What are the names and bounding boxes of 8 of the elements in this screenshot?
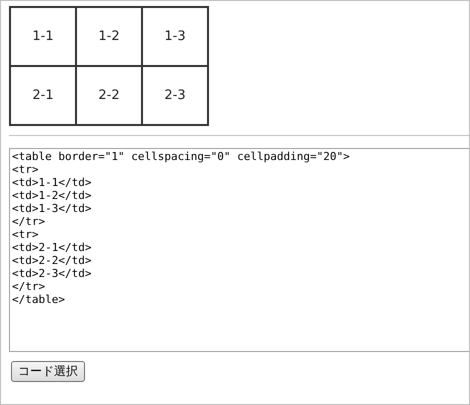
code-textarea[interactable]: <table border="1" cellspacing="0" cellpadding="20"> <tr> <td>1-1</td> <td>1-2</td> <td>1-3</td> </tr> <tr> <td>2-1</td> <td>2-2</td> <td>2-3</td> </tr> </table> — [9, 148, 469, 352]
table-cell: 1-2 — [76, 7, 142, 66]
table-cell: 2-3 — [142, 66, 208, 125]
select-code-button[interactable]: コード選択 — [11, 360, 85, 382]
table-cell: 1-3 — [142, 7, 208, 66]
table-cell: 2-2 — [76, 66, 142, 125]
table-cell: 1-1 — [10, 7, 76, 66]
table-cell: 2-1 — [10, 66, 76, 125]
